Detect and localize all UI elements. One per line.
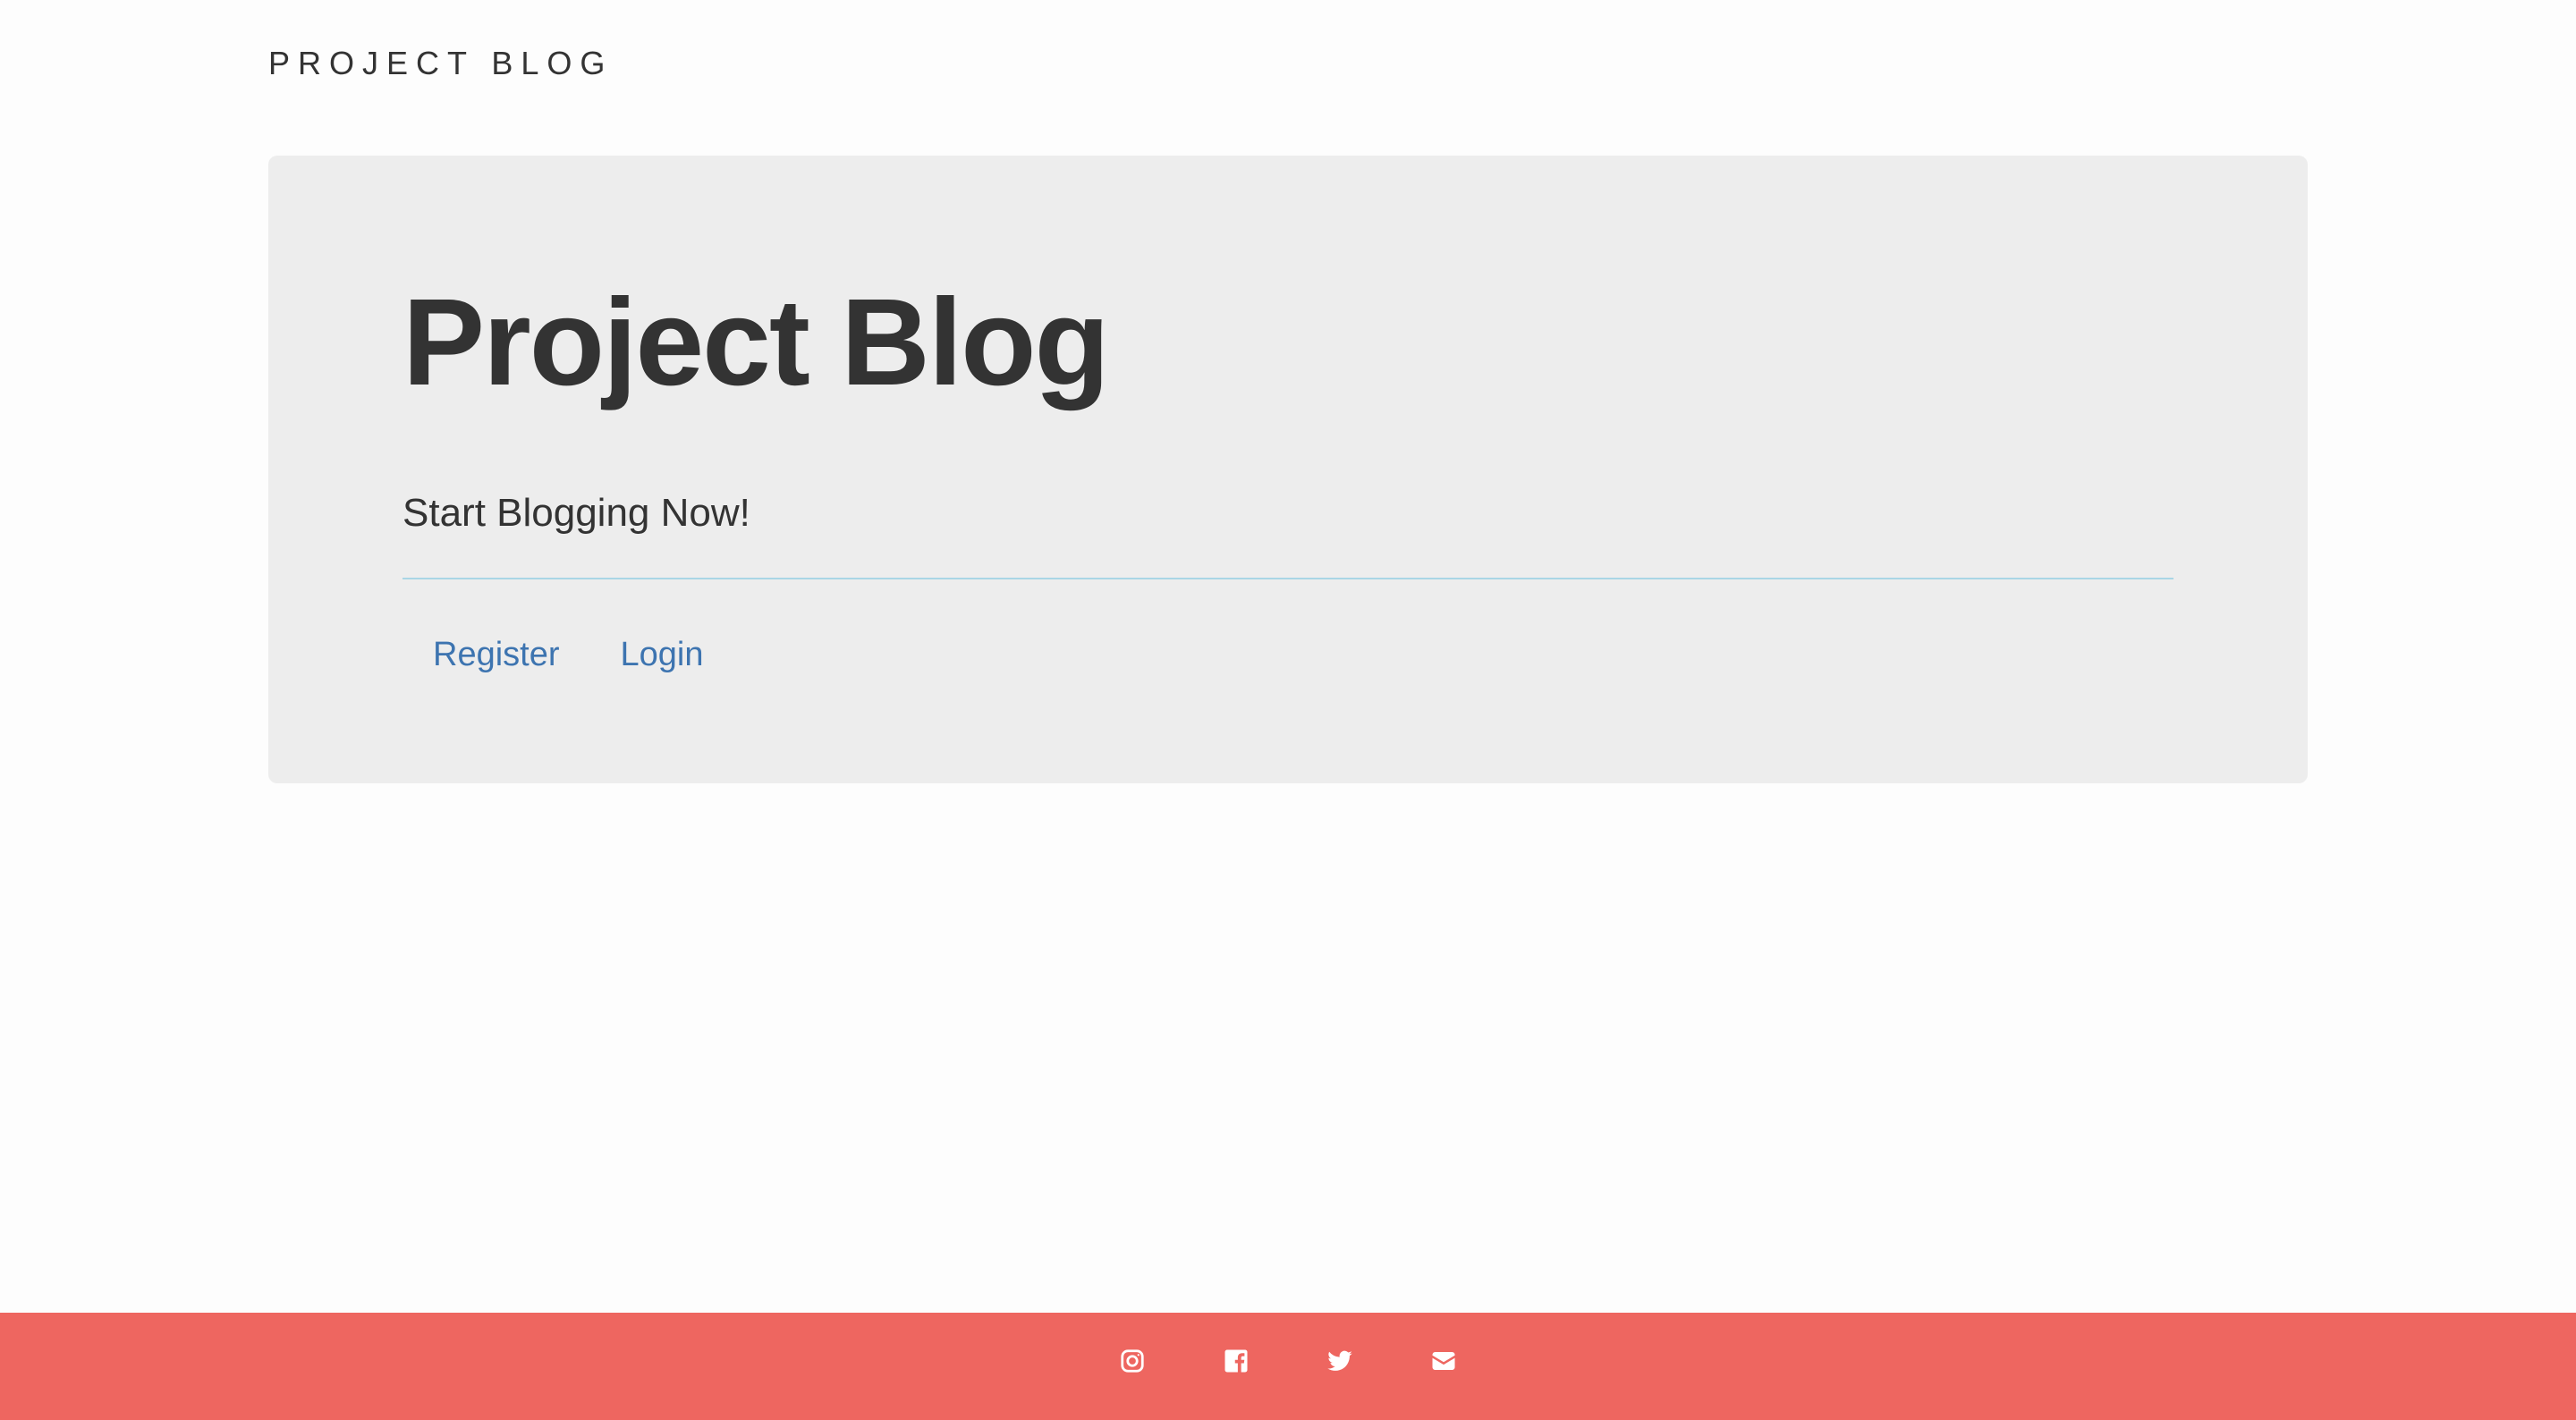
instagram-icon (1121, 1349, 1144, 1373)
facebook-icon (1224, 1349, 1248, 1373)
brand-link[interactable]: PROJECT BLOG (268, 45, 613, 82)
social-links (1116, 1345, 1460, 1377)
hero-jumbotron: Project Blog Start Blogging Now! Registe… (268, 156, 2308, 783)
twitter-link[interactable] (1324, 1345, 1356, 1377)
page: PROJECT BLOG Project Blog Start Blogging… (0, 0, 2576, 1420)
instagram-link[interactable] (1116, 1345, 1148, 1377)
facebook-link[interactable] (1220, 1345, 1252, 1377)
register-link[interactable]: Register (402, 633, 590, 677)
login-link[interactable]: Login (590, 633, 734, 677)
hero-subtitle: Start Blogging Now! (402, 491, 750, 535)
footer (0, 1313, 2576, 1420)
hero-title: Project Blog (402, 274, 1110, 411)
hero-divider (402, 578, 2174, 579)
twitter-icon (1327, 1350, 1352, 1371)
email-link[interactable] (1428, 1345, 1460, 1377)
email-icon (1432, 1352, 1455, 1370)
hero-nav: Register Login (402, 633, 733, 677)
